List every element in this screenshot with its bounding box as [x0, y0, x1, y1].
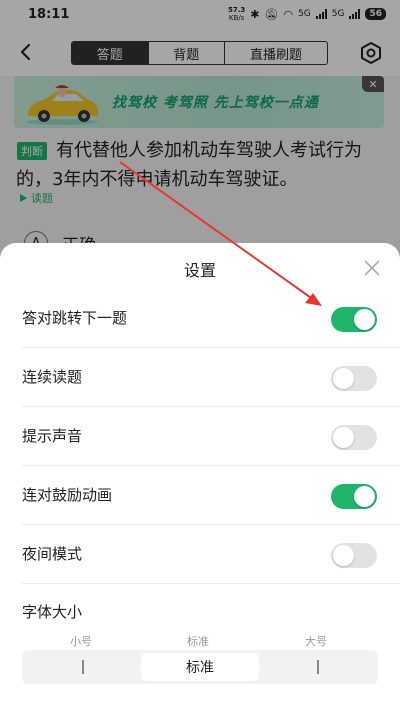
setting-row-night-mode: 夜间模式 — [0, 525, 400, 584]
divider — [22, 583, 400, 584]
sheet-title: 设置 — [183, 261, 216, 280]
toggle-knob — [333, 427, 354, 448]
toggle-night-mode[interactable] — [331, 543, 377, 568]
font-size-slider[interactable]: 标准 — [22, 650, 378, 684]
toggle-knob — [354, 309, 375, 330]
setting-label-continuous-read: 连续读题 — [22, 368, 83, 386]
toggle-streak-animation[interactable] — [331, 484, 377, 509]
toggle-knob — [354, 486, 375, 507]
font-size-standard-label: 标准 — [187, 635, 209, 648]
setting-row-sound: 提示声音 — [0, 407, 400, 466]
toggle-sound[interactable] — [331, 425, 377, 450]
setting-label-sound: 提示声音 — [22, 427, 83, 445]
toggle-auto-next[interactable] — [331, 307, 377, 332]
font-size-large-tick[interactable] — [317, 660, 319, 674]
setting-row-auto-next: 答对跳转下一题 — [0, 289, 400, 348]
setting-row-continuous-read: 连续读题 — [0, 348, 400, 407]
close-icon[interactable] — [361, 257, 383, 279]
toggle-knob — [333, 368, 354, 389]
setting-label-auto-next: 答对跳转下一题 — [22, 309, 128, 327]
font-size-small-label: 小号 — [70, 635, 92, 648]
settings-sheet: 设置 答对跳转下一题 连续读题 提示声音 连对鼓励动画 夜间模式 字体大小 小号… — [0, 243, 400, 711]
font-size-large-label: 大号 — [305, 635, 327, 648]
font-size-title: 字体大小 — [22, 603, 83, 621]
setting-label-streak-animation: 连对鼓励动画 — [22, 486, 113, 504]
toggle-continuous-read[interactable] — [331, 366, 377, 391]
font-size-small-tick[interactable] — [82, 660, 84, 674]
setting-row-streak-animation: 连对鼓励动画 — [0, 466, 400, 525]
setting-label-night-mode: 夜间模式 — [22, 545, 83, 563]
toggle-knob — [333, 545, 354, 566]
font-size-selected-thumb[interactable]: 标准 — [141, 653, 259, 681]
